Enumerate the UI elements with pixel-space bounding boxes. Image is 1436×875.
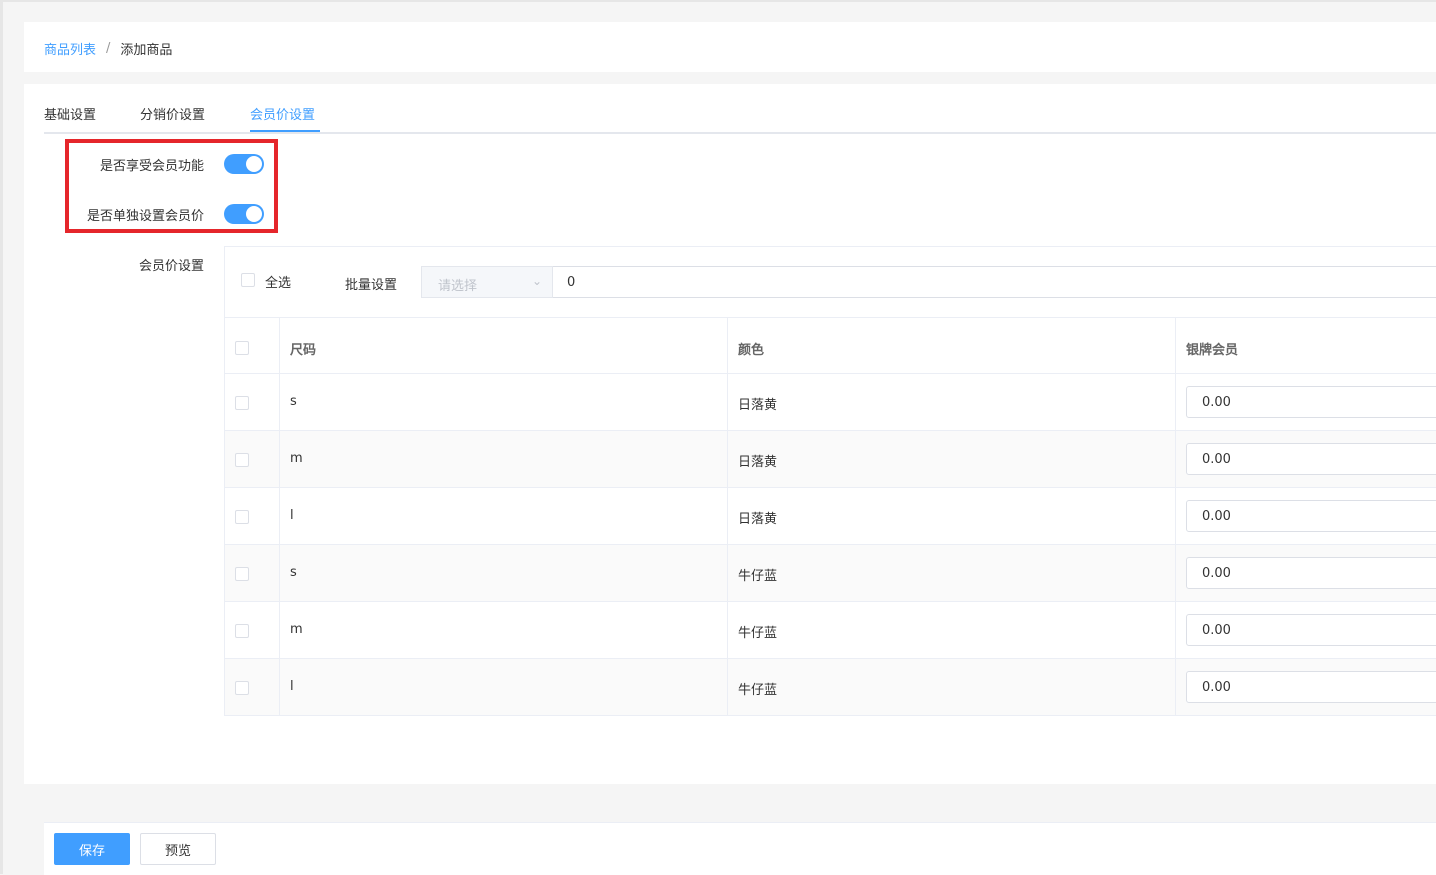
switch-knob [246, 156, 262, 172]
breadcrumb-separator: / [106, 41, 111, 56]
color-value: 牛仔蓝 [738, 626, 778, 641]
switch-knob [246, 206, 262, 222]
silver-cell [1176, 488, 1436, 544]
table-row: s 牛仔蓝 [225, 545, 1436, 602]
separate-price-label: 是否单独设置会员价 [86, 209, 204, 224]
row-checkbox-cell [225, 545, 280, 601]
color-value: 日落黄 [738, 398, 778, 413]
size-value: m [290, 451, 303, 466]
frame-left-border [0, 0, 3, 874]
silver-price-input[interactable] [1186, 614, 1436, 646]
table-row: l 牛仔蓝 [225, 659, 1436, 716]
enable-member-switch[interactable] [224, 154, 264, 174]
header-silver-member: 银牌会员 [1186, 343, 1239, 358]
member-price-panel: 全选 批量设置 请选择 ⌄ 尺码 颜色 银牌会员 [224, 246, 1436, 716]
enable-member-label: 是否享受会员功能 [99, 159, 204, 174]
size-value: l [290, 508, 294, 523]
row-checkbox-cell [225, 374, 280, 430]
tab-basic-settings[interactable]: 基础设置 [44, 104, 96, 130]
main-card: 基础设置 分销价设置 会员价设置 是否享受会员功能 是否单独设置会员价 会员价设… [24, 84, 1436, 784]
size-cell: l [280, 659, 728, 715]
silver-price-input[interactable] [1186, 443, 1436, 475]
tab-member-price[interactable]: 会员价设置 [250, 104, 315, 130]
size-cell: m [280, 602, 728, 658]
silver-price-input[interactable] [1186, 500, 1436, 532]
select-placeholder: 请选择 [438, 279, 478, 294]
save-button[interactable]: 保存 [54, 833, 130, 865]
preview-button[interactable]: 预览 [140, 833, 216, 865]
header-checkbox[interactable] [235, 341, 249, 355]
color-cell: 日落黄 [728, 488, 1176, 544]
header-size-cell: 尺码 [280, 317, 728, 373]
size-value: l [290, 679, 294, 694]
silver-price-input[interactable] [1186, 671, 1436, 703]
row-checkbox-cell [225, 431, 280, 487]
color-cell: 牛仔蓝 [728, 602, 1176, 658]
size-value: s [290, 394, 297, 409]
active-tab-indicator [250, 130, 320, 132]
header-silver-cell: 银牌会员 [1176, 317, 1436, 373]
row-checkbox[interactable] [235, 453, 249, 467]
breadcrumb: 商品列表 / 添加商品 [44, 39, 172, 58]
silver-cell [1176, 659, 1436, 715]
color-value: 牛仔蓝 [738, 569, 778, 584]
breadcrumb-link-product-list[interactable]: 商品列表 [44, 39, 96, 58]
row-checkbox-cell [225, 659, 280, 715]
tab-distribution-price[interactable]: 分销价设置 [140, 104, 205, 130]
size-value: m [290, 622, 303, 637]
silver-cell [1176, 545, 1436, 601]
size-value: s [290, 565, 297, 580]
silver-price-input[interactable] [1186, 386, 1436, 418]
color-cell: 日落黄 [728, 374, 1176, 430]
size-cell: s [280, 545, 728, 601]
header-color: 颜色 [738, 343, 765, 358]
silver-price-input[interactable] [1186, 557, 1436, 589]
tab-bar: 基础设置 分销价设置 会员价设置 [44, 84, 1436, 134]
silver-cell [1176, 602, 1436, 658]
chevron-down-icon: ⌄ [531, 274, 542, 288]
color-cell: 牛仔蓝 [728, 659, 1176, 715]
member-price-label: 会员价设置 [138, 259, 204, 274]
table-header-row: 尺码 颜色 银牌会员 [225, 317, 1436, 374]
row-checkbox-cell [225, 602, 280, 658]
row-checkbox-cell [225, 488, 280, 544]
batch-toolbar: 全选 批量设置 请选择 ⌄ [225, 247, 1436, 318]
color-value: 牛仔蓝 [738, 683, 778, 698]
row-checkbox[interactable] [235, 681, 249, 695]
silver-cell [1176, 374, 1436, 430]
row-checkbox[interactable] [235, 396, 249, 410]
row-checkbox[interactable] [235, 567, 249, 581]
size-cell: m [280, 431, 728, 487]
color-cell: 牛仔蓝 [728, 545, 1176, 601]
breadcrumb-current: 添加商品 [120, 43, 173, 58]
row-checkbox[interactable] [235, 624, 249, 638]
table-row: m 牛仔蓝 [225, 602, 1436, 659]
batch-settings-label: 批量设置 [345, 278, 398, 293]
silver-cell [1176, 431, 1436, 487]
color-value: 日落黄 [738, 455, 778, 470]
header-checkbox-cell [225, 317, 280, 373]
separate-price-switch[interactable] [224, 204, 264, 224]
color-cell: 日落黄 [728, 431, 1176, 487]
batch-type-select[interactable]: 请选择 ⌄ [421, 266, 553, 298]
size-cell: s [280, 374, 728, 430]
table-row: m 日落黄 [225, 431, 1436, 488]
batch-value-input[interactable] [553, 266, 1436, 298]
footer-action-bar: 保存 预览 [44, 822, 1436, 875]
color-value: 日落黄 [738, 512, 778, 527]
table-row: l 日落黄 [225, 488, 1436, 545]
table-row: s 日落黄 [225, 374, 1436, 431]
breadcrumb-card: 商品列表 / 添加商品 [24, 22, 1436, 72]
row-checkbox[interactable] [235, 510, 249, 524]
header-size: 尺码 [290, 343, 317, 358]
header-color-cell: 颜色 [728, 317, 1176, 373]
frame-top-border [0, 0, 1436, 2]
size-cell: l [280, 488, 728, 544]
select-all-label: 全选 [265, 276, 292, 291]
select-all-checkbox[interactable] [241, 273, 255, 287]
